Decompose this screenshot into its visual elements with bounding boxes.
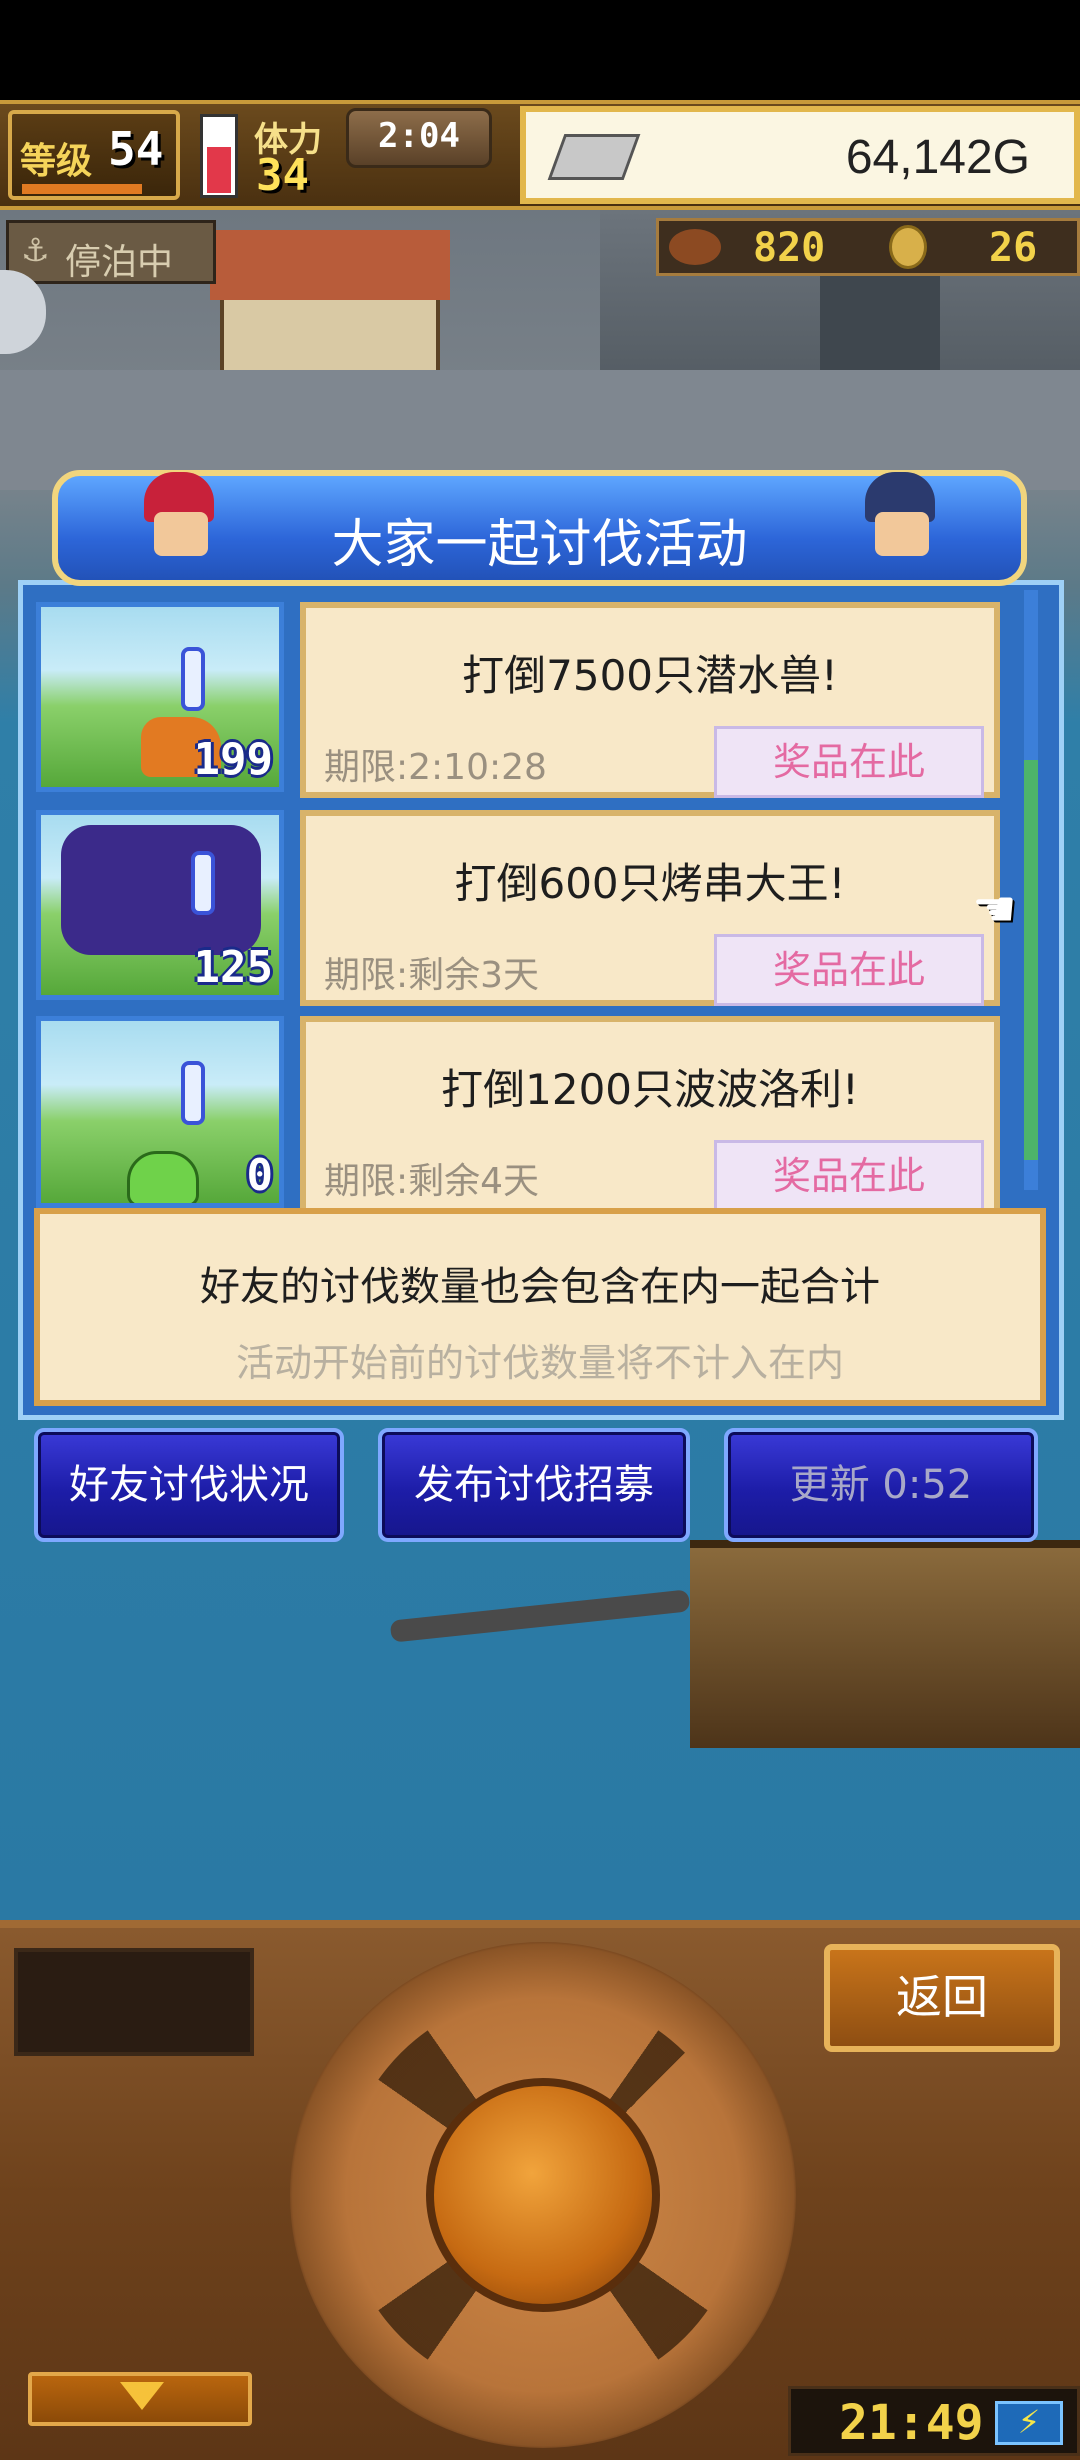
docked-badge: ⚓ 停泊中 — [6, 220, 216, 284]
list-scrollbar-thumb[interactable] — [1024, 760, 1038, 1160]
event-limit: 期限:剩余3天 — [324, 955, 540, 996]
pointer-hand-icon: ☚ — [972, 880, 1017, 938]
medal-icon — [889, 225, 927, 269]
top-black-bar — [0, 0, 1080, 100]
stamina-gauge — [200, 114, 238, 198]
event-title: 打倒7500只潜水兽! — [462, 651, 838, 700]
prize-button[interactable]: 奖品在此 — [714, 1140, 984, 1212]
event-limit: 期限:2:10:28 — [324, 747, 547, 788]
ship-cannon — [389, 1589, 691, 1643]
monster-thumb-3: 0 — [36, 1016, 284, 1208]
arrow-down-icon — [120, 2382, 164, 2410]
exclamation-icon — [181, 647, 205, 711]
food-value: 820 — [753, 225, 826, 271]
anchor-icon: ⚓ — [21, 231, 50, 269]
info-note: 好友的讨伐数量也会包含在内一起合计 活动开始前的讨伐数量将不计入在内 — [34, 1208, 1046, 1406]
friends-status-button[interactable]: 好友讨伐状况 — [34, 1428, 344, 1542]
dialog-header: 大家一起讨伐活动 — [52, 470, 1027, 586]
stamina-timer: 2:04 — [346, 108, 492, 168]
post-recruit-button[interactable]: 发布讨伐招募 — [378, 1428, 690, 1542]
monster-count: 199 — [193, 734, 273, 785]
monster-thumb-1: 199 — [36, 602, 284, 792]
clock-time: 21:49 — [839, 2395, 984, 2451]
food-icon — [669, 229, 721, 265]
ship-hull — [690, 1540, 1080, 1748]
event-limit: 期限:剩余4天 — [324, 1161, 540, 1202]
event-card-2[interactable]: 打倒600只烤串大王! 期限:剩余3天 奖品在此 — [300, 810, 1000, 1006]
level-label: 等级 — [20, 141, 93, 182]
game-clock: 21:49 ⚡ — [788, 2386, 1080, 2456]
menu-down-button[interactable] — [28, 2372, 252, 2426]
pirate-right-icon — [845, 462, 955, 582]
event-card-1[interactable]: 打倒7500只潜水兽! 期限:2:10:28 奖品在此 — [300, 602, 1000, 798]
exp-bar — [22, 184, 142, 194]
event-title: 打倒1200只波波洛利! — [441, 1065, 859, 1114]
monster-count: 0 — [246, 1150, 274, 1201]
monster-sprite — [127, 1151, 199, 1203]
exclamation-icon — [191, 851, 215, 915]
console-screen — [14, 1948, 254, 2056]
pirate-left-icon — [124, 462, 234, 582]
event-card-3[interactable]: 打倒1200只波波洛利! 期限:剩余4天 奖品在此 — [300, 1016, 1000, 1212]
level-panel: 等级 54 — [8, 110, 180, 200]
silver-bar-icon — [547, 134, 641, 180]
monster-count: 125 — [193, 942, 273, 993]
shop-roof — [210, 230, 450, 300]
docked-label: 停泊中 — [65, 242, 174, 283]
battery-charging-icon: ⚡ — [995, 2401, 1063, 2445]
gold-panel: 64,142G — [520, 106, 1080, 204]
note-sub-text: 活动开始前的讨伐数量将不计入在内 — [235, 1341, 844, 1385]
stamina-gauge-fill — [207, 147, 231, 193]
event-title: 打倒600只烤串大王! — [454, 859, 846, 908]
note-main-text: 好友的讨伐数量也会包含在内一起合计 — [200, 1264, 880, 1310]
monster-thumb-2: 125 — [36, 810, 284, 1000]
level-value: 54 — [108, 122, 164, 176]
exclamation-icon — [181, 1061, 205, 1125]
monster-sprite — [61, 825, 261, 955]
back-button[interactable]: 返回 — [824, 1944, 1060, 2052]
dpad-center-button[interactable] — [426, 2078, 660, 2312]
resource-bar: 820 26 — [656, 218, 1080, 276]
refresh-button[interactable]: 更新 0:52 — [724, 1428, 1038, 1542]
prize-button[interactable]: 奖品在此 — [714, 934, 984, 1006]
medal-value: 26 — [989, 225, 1038, 271]
stamina-value: 34 — [256, 150, 309, 201]
gold-value: 64,142G — [845, 131, 1030, 184]
prize-button[interactable]: 奖品在此 — [714, 726, 984, 798]
